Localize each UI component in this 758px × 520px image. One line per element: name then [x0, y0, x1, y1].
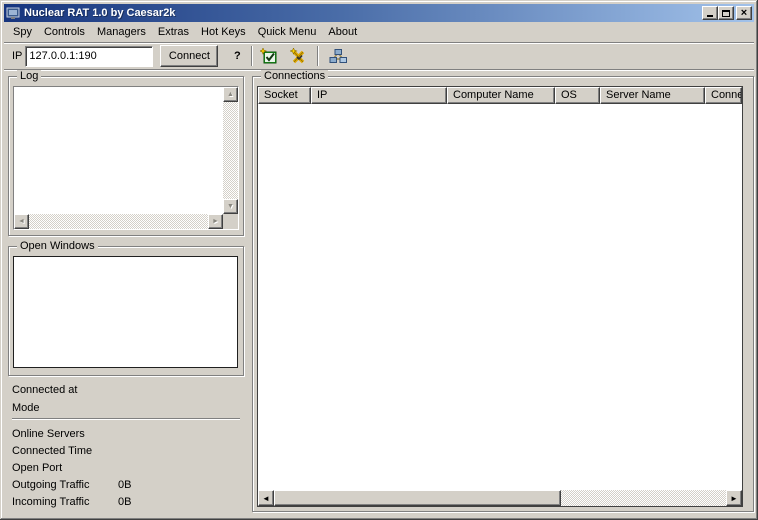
status-row-incoming-traffic: Incoming Traffic 0B: [12, 496, 242, 510]
status-label: Incoming Traffic: [12, 496, 118, 510]
scroll-left-icon[interactable]: ◄: [258, 490, 274, 506]
status-row-online-servers: Online Servers: [12, 428, 242, 442]
status-label: Open Port: [12, 462, 118, 476]
log-listbox[interactable]: ▲ ▼ ◄ ►: [13, 86, 239, 230]
connect-server-icon[interactable]: [256, 45, 281, 67]
scroll-thumb[interactable]: [274, 490, 561, 506]
close-icon[interactable]: ×: [736, 6, 752, 20]
log-horizontal-scrollbar[interactable]: ◄ ►: [14, 214, 223, 229]
connections-listview[interactable]: Socket IP Computer Name OS Server Name C…: [257, 86, 743, 507]
toolbar: IP Connect ?: [4, 42, 754, 70]
scrollbar-corner: [223, 214, 238, 229]
open-windows-listbox[interactable]: [13, 256, 238, 368]
status-row-connected-time: Connected Time: [12, 445, 242, 459]
column-header-ip[interactable]: IP: [311, 87, 447, 104]
status-value: 0B: [118, 496, 131, 510]
menu-item-managers[interactable]: Managers: [91, 24, 152, 40]
menu-item-extras[interactable]: Extras: [152, 24, 195, 40]
menu-item-spy[interactable]: Spy: [7, 24, 38, 40]
connections-group-title: Connections: [261, 70, 328, 82]
window-title: Nuclear RAT 1.0 by Caesar2k: [24, 7, 175, 19]
ip-input[interactable]: [25, 46, 153, 67]
status-row-open-port: Open Port: [12, 462, 242, 476]
scroll-down-icon[interactable]: ▼: [223, 199, 238, 214]
network-icon[interactable]: [325, 45, 350, 67]
ip-label: IP: [12, 50, 22, 62]
status-label: Mode: [12, 402, 118, 416]
status-row-mode: Mode: [12, 402, 242, 416]
toolbar-separator: [251, 46, 253, 66]
connections-header-row: Socket IP Computer Name OS Server Name C…: [258, 87, 742, 104]
column-header-socket[interactable]: Socket: [258, 87, 311, 104]
status-label: Connected Time: [12, 445, 118, 459]
maximize-icon[interactable]: [718, 6, 734, 20]
toolbar-separator: [317, 46, 319, 66]
status-row-connected-at: Connected at: [12, 384, 242, 398]
status-row-outgoing-traffic: Outgoing Traffic 0B: [12, 479, 242, 493]
log-group-title: Log: [17, 70, 41, 82]
connections-horizontal-scrollbar[interactable]: ◄ ►: [258, 490, 742, 506]
status-label: Connected at: [12, 384, 118, 398]
column-header-connection[interactable]: Connecti: [705, 87, 742, 104]
scroll-track[interactable]: [223, 102, 238, 199]
column-header-os[interactable]: OS: [555, 87, 600, 104]
connections-list-body[interactable]: [258, 104, 742, 490]
connections-group: Connections Socket IP Computer Name OS S…: [252, 76, 754, 512]
scroll-right-icon[interactable]: ►: [208, 214, 223, 229]
status-label: Online Servers: [12, 428, 118, 442]
scroll-left-icon[interactable]: ◄: [14, 214, 29, 229]
minimize-icon[interactable]: [702, 6, 718, 20]
status-label: Outgoing Traffic: [12, 479, 118, 493]
menu-item-controls[interactable]: Controls: [38, 24, 91, 40]
menu-item-hot-keys[interactable]: Hot Keys: [195, 24, 252, 40]
open-windows-group-title: Open Windows: [17, 240, 98, 252]
disconnect-server-icon[interactable]: [286, 45, 311, 67]
scroll-track[interactable]: [274, 490, 726, 506]
title-bar[interactable]: Nuclear RAT 1.0 by Caesar2k ×: [4, 4, 754, 22]
connect-button[interactable]: Connect: [160, 45, 218, 67]
column-header-server-name[interactable]: Server Name: [600, 87, 705, 104]
app-window: Nuclear RAT 1.0 by Caesar2k × Spy Contro…: [0, 0, 758, 520]
menu-item-about[interactable]: About: [322, 24, 363, 40]
scroll-right-icon[interactable]: ►: [726, 490, 742, 506]
log-group: Log ▲ ▼ ◄ ►: [8, 76, 244, 236]
menu-item-quick-menu[interactable]: Quick Menu: [252, 24, 323, 40]
status-divider: [12, 418, 240, 420]
log-content: [14, 87, 223, 214]
scroll-track[interactable]: [29, 214, 208, 229]
status-value: 0B: [118, 479, 131, 493]
log-vertical-scrollbar[interactable]: ▲ ▼: [223, 87, 238, 214]
open-windows-group: Open Windows: [8, 246, 244, 376]
menu-bar: Spy Controls Managers Extras Hot Keys Qu…: [4, 22, 754, 42]
app-icon: [6, 6, 20, 20]
column-header-computer-name[interactable]: Computer Name: [447, 87, 555, 104]
help-button[interactable]: ?: [229, 45, 245, 67]
scroll-up-icon[interactable]: ▲: [223, 87, 238, 102]
